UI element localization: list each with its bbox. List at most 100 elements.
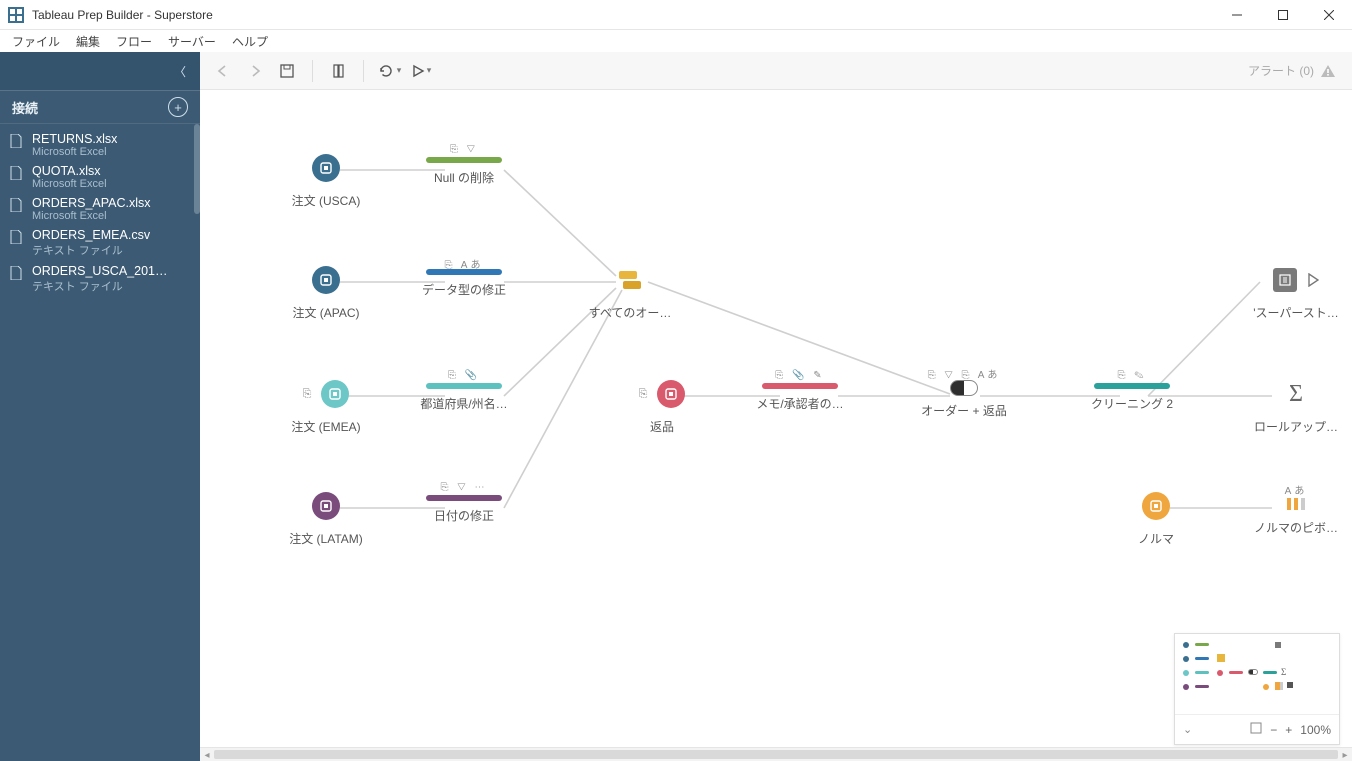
node-output-superstore[interactable]: 'スーパースト… bbox=[1246, 262, 1346, 321]
node-input-returns[interactable]: ⎘ 返品 bbox=[612, 376, 712, 435]
node-clean-fix-types[interactable]: ⎘ Aあ データ型の修正 bbox=[414, 256, 514, 298]
main-area: ▾ ▾ アラート (0) bbox=[200, 52, 1352, 761]
connection-item[interactable]: QUOTA.xlsxMicrosoft Excel bbox=[0, 162, 200, 194]
save-button[interactable] bbox=[274, 58, 300, 84]
node-input-quota[interactable]: ノルマ bbox=[1106, 488, 1206, 547]
connection-type: Microsoft Excel bbox=[32, 210, 151, 222]
node-input-orders-usca[interactable]: 注文 (USCA) bbox=[276, 150, 376, 209]
menu-edit[interactable]: 編集 bbox=[68, 31, 108, 52]
clean-step-bar bbox=[762, 383, 838, 389]
step-changes-icon: ⎘ 📎 bbox=[414, 370, 514, 382]
node-label: 日付の修正 bbox=[414, 507, 514, 524]
file-icon bbox=[10, 230, 24, 249]
datasource-icon bbox=[321, 380, 349, 408]
toolbar-separator bbox=[312, 60, 313, 82]
connection-item[interactable]: ORDERS_USCA_201…テキスト ファイル bbox=[0, 262, 200, 298]
window-title: Tableau Prep Builder - Superstore bbox=[32, 8, 1214, 22]
refresh-button[interactable]: ▾ bbox=[376, 58, 402, 84]
zoom-fit-button[interactable] bbox=[1250, 722, 1262, 737]
datasource-icon bbox=[312, 266, 340, 294]
menu-flow[interactable]: フロー bbox=[108, 31, 160, 52]
aggregate-icon: Σ bbox=[1246, 376, 1346, 412]
connection-item[interactable]: RETURNS.xlsxMicrosoft Excel bbox=[0, 130, 200, 162]
node-input-orders-emea[interactable]: ⎘ 注文 (EMEA) bbox=[276, 376, 376, 435]
node-label: 返品 bbox=[612, 418, 712, 435]
node-label: 注文 (EMEA) bbox=[276, 418, 376, 435]
node-label: 注文 (USCA) bbox=[276, 192, 376, 209]
flow-canvas[interactable]: 注文 (USCA) ⎘ ▽ Null の削除 注文 (APAC) ⎘ Aあ デー… bbox=[200, 90, 1352, 761]
minimap[interactable]: Σ ⌄ − + 100% bbox=[1174, 633, 1340, 745]
node-clean-fix-date[interactable]: ⎘ ▽ ⋯ 日付の修正 bbox=[414, 482, 514, 524]
node-clean-cleaning2[interactable]: ⎘ ✎ クリーニング 2 bbox=[1082, 370, 1182, 412]
sidebar-collapse-button[interactable]: 〈 bbox=[0, 52, 200, 90]
datasource-icon bbox=[312, 154, 340, 182]
forward-button[interactable] bbox=[242, 58, 268, 84]
join-icon bbox=[950, 380, 978, 396]
toolbar-separator bbox=[363, 60, 364, 82]
node-label: すべてのオー… bbox=[580, 304, 680, 321]
node-label: ロールアップ… bbox=[1246, 418, 1346, 435]
zoom-out-button[interactable]: − bbox=[1270, 723, 1277, 737]
zoom-level: 100% bbox=[1300, 723, 1331, 737]
file-icon bbox=[10, 198, 24, 217]
connection-item[interactable]: ORDERS_APAC.xlsxMicrosoft Excel bbox=[0, 194, 200, 226]
add-connection-button[interactable]: + bbox=[168, 97, 188, 117]
node-clean-memo-approver[interactable]: ⎘ 📎 ✎ メモ/承認者の… bbox=[750, 370, 850, 412]
node-input-orders-apac[interactable]: 注文 (APAC) bbox=[276, 262, 376, 321]
title-bar: Tableau Prep Builder - Superstore bbox=[0, 0, 1352, 30]
step-changes-icon: ⎘ bbox=[639, 388, 648, 401]
zoom-in-button[interactable]: + bbox=[1285, 723, 1292, 737]
connection-item[interactable]: ORDERS_EMEA.csvテキスト ファイル bbox=[0, 226, 200, 262]
scroll-right-button[interactable]: ▸ bbox=[1338, 748, 1352, 761]
run-flow-button[interactable]: ▾ bbox=[408, 58, 434, 84]
step-changes-icon: ⎘ ✎ bbox=[1082, 370, 1182, 382]
connection-name: ORDERS_EMEA.csv bbox=[32, 228, 150, 242]
step-changes-icon: ⎘ ▽ ⎘ Aあ bbox=[914, 366, 1014, 378]
menu-server[interactable]: サーバー bbox=[160, 31, 224, 52]
step-changes-icon: ⎘ bbox=[303, 388, 312, 401]
file-icon bbox=[10, 166, 24, 185]
back-button[interactable] bbox=[210, 58, 236, 84]
canvas-horizontal-scrollbar[interactable]: ◂ ▸ bbox=[200, 747, 1352, 761]
node-aggregate-rollup[interactable]: Σ ロールアップ… bbox=[1246, 376, 1346, 435]
node-join-orders-returns[interactable]: ⎘ ▽ ⎘ Aあ オーダー + 返品 bbox=[914, 366, 1014, 419]
menu-help[interactable]: ヘルプ bbox=[224, 31, 276, 52]
node-input-orders-latam[interactable]: 注文 (LATAM) bbox=[276, 488, 376, 547]
data-sample-button[interactable] bbox=[325, 58, 351, 84]
pivot-icon bbox=[1246, 495, 1346, 513]
minimap-overview: Σ bbox=[1175, 634, 1339, 714]
node-label: 注文 (APAC) bbox=[276, 304, 376, 321]
alerts-label: アラート (0) bbox=[1248, 62, 1314, 79]
app-icon bbox=[8, 7, 24, 23]
chevron-left-icon: 〈 bbox=[174, 63, 186, 80]
node-union-all-orders[interactable]: すべてのオー… bbox=[580, 262, 680, 321]
clean-step-bar bbox=[1094, 383, 1170, 389]
connections-sidebar: 〈 接続 + RETURNS.xlsxMicrosoft Excel QUOTA… bbox=[0, 52, 200, 761]
alerts-indicator[interactable]: アラート (0) bbox=[1248, 62, 1336, 79]
connections-list: RETURNS.xlsxMicrosoft Excel QUOTA.xlsxMi… bbox=[0, 124, 200, 304]
union-icon bbox=[580, 262, 680, 298]
menu-file[interactable]: ファイル bbox=[4, 31, 68, 52]
datasource-icon bbox=[657, 380, 685, 408]
connection-name: ORDERS_APAC.xlsx bbox=[32, 196, 151, 210]
minimap-collapse-button[interactable]: ⌄ bbox=[1183, 723, 1192, 736]
file-icon bbox=[10, 134, 24, 153]
run-output-icon[interactable] bbox=[1307, 273, 1319, 287]
step-changes-icon: ⎘ 📎 ✎ bbox=[750, 370, 850, 382]
menu-bar: ファイル 編集 フロー サーバー ヘルプ bbox=[0, 30, 1352, 52]
node-clean-null-remove[interactable]: ⎘ ▽ Null の削除 bbox=[414, 144, 514, 186]
window-maximize-button[interactable] bbox=[1260, 0, 1306, 30]
node-label: オーダー + 返品 bbox=[914, 402, 1014, 419]
window-minimize-button[interactable] bbox=[1214, 0, 1260, 30]
step-changes-icon: ⎘ ▽ ⋯ bbox=[414, 482, 514, 494]
scrollbar-thumb[interactable] bbox=[214, 750, 1338, 759]
node-clean-pref-state[interactable]: ⎘ 📎 都道府県/州名… bbox=[414, 370, 514, 412]
node-label: Null の削除 bbox=[414, 169, 514, 186]
file-icon bbox=[10, 266, 24, 285]
scroll-left-button[interactable]: ◂ bbox=[200, 748, 214, 761]
connection-type: Microsoft Excel bbox=[32, 146, 117, 158]
node-pivot-quota[interactable]: Aあ ノルマのピボ… bbox=[1246, 482, 1346, 536]
step-changes-icon: Aあ bbox=[1246, 482, 1346, 494]
node-label: 都道府県/州名… bbox=[414, 395, 514, 412]
window-close-button[interactable] bbox=[1306, 0, 1352, 30]
